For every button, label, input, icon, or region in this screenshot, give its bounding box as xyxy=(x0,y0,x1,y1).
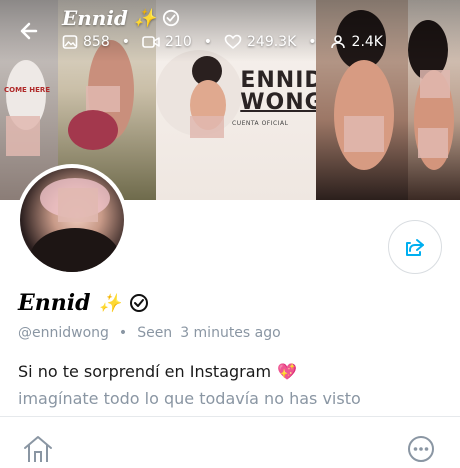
divider xyxy=(0,416,460,417)
fans-count: 2.4K xyxy=(351,34,383,50)
arrow-left-icon xyxy=(20,22,38,40)
header-title: Ennid xyxy=(62,6,128,30)
verified-badge-icon xyxy=(163,9,180,27)
stat-separator: • xyxy=(203,34,212,50)
heart-emoji-icon: 💖 xyxy=(277,362,298,381)
header-title-row: Ennid ✨ xyxy=(62,6,180,30)
photos-stat: 858 xyxy=(62,34,110,50)
home-button[interactable] xyxy=(22,434,54,466)
sparkle-icon: ✨ xyxy=(98,292,121,314)
stat-separator: • xyxy=(308,34,317,50)
fans-stat: 2.4K xyxy=(329,34,383,50)
sparkle-icon: ✨ xyxy=(133,7,157,29)
likes-stat: 249.3K xyxy=(224,34,296,50)
avatar-photo xyxy=(20,168,124,272)
heart-icon xyxy=(224,34,242,50)
bio-line-1: Si no te sorprendí en Instagram 💖 xyxy=(18,362,297,381)
share-icon xyxy=(406,239,424,256)
back-button[interactable] xyxy=(16,16,46,46)
profile-meta: @ennidwong • Seen 3 minutes ago xyxy=(18,325,281,341)
fans-icon xyxy=(330,35,345,49)
share-button[interactable] xyxy=(388,220,442,274)
videos-stat: 210 xyxy=(142,34,192,50)
profile-name-row: Ennid ✨ xyxy=(18,290,149,316)
stat-separator: • xyxy=(121,34,130,50)
shirt-text: COME HERE xyxy=(4,86,51,94)
seen-time: 3 minutes ago xyxy=(180,325,281,341)
header-stats: 858 • 210 • 249.3K • 2.4K xyxy=(62,34,383,50)
bio-text-1: Si no te sorprendí en Instagram xyxy=(18,362,272,381)
videos-count: 210 xyxy=(165,34,192,50)
image-icon xyxy=(62,35,78,49)
avatar[interactable] xyxy=(16,164,128,276)
seen-label: Seen xyxy=(137,325,173,341)
meta-separator: • xyxy=(118,325,128,341)
profile-handle: @ennidwong xyxy=(18,325,109,341)
likes-count: 249.3K xyxy=(247,34,297,50)
verified-badge-icon xyxy=(129,294,148,312)
more-options-button[interactable] xyxy=(406,434,436,468)
photos-count: 858 xyxy=(83,34,110,50)
video-icon xyxy=(142,36,160,48)
profile-name: Ennid xyxy=(18,290,91,316)
home-icon xyxy=(24,436,52,462)
bio-line-2: imagínate todo lo que todavía no has vis… xyxy=(18,389,361,408)
